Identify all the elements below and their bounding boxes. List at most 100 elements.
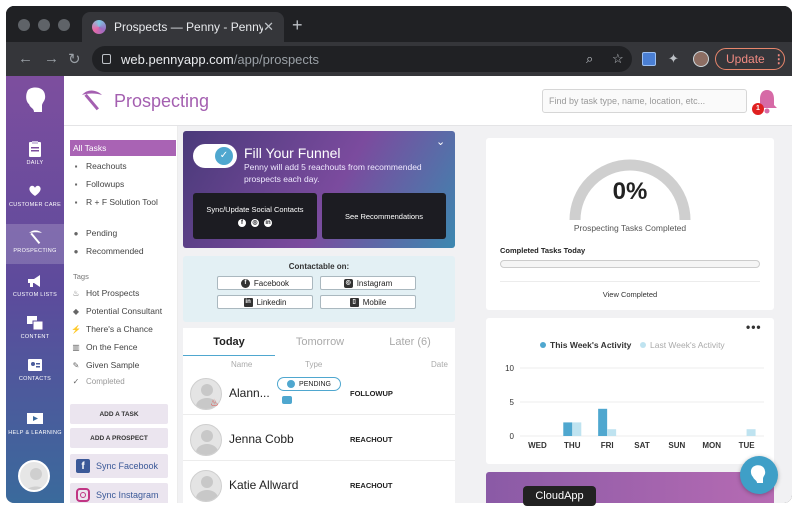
- activity-bar: [572, 422, 582, 436]
- add-task-button[interactable]: ADD A TASK: [70, 404, 168, 424]
- filter-followups[interactable]: ▪ Followups: [70, 176, 176, 192]
- close-tab-icon[interactable]: ✕: [263, 19, 274, 35]
- filter-pending[interactable]: ● Pending: [70, 225, 176, 241]
- nav-custom-lists[interactable]: CUSTOM LISTS: [6, 268, 64, 308]
- new-tab-icon[interactable]: +: [292, 15, 303, 36]
- tag-hot-prospects[interactable]: ♨ Hot Prospects: [70, 285, 176, 301]
- task-row[interactable]: Jenna Cobb REACHOUT: [183, 416, 455, 461]
- contact-facebook-label: Facebook: [253, 278, 290, 288]
- legend-last-week[interactable]: Last Week's Activity: [640, 340, 725, 350]
- tag-potential-consultant[interactable]: ◆ Potential Consultant: [70, 303, 176, 319]
- browser-tab[interactable]: Prospects — Penny - Penny ✕: [82, 12, 284, 42]
- tag-completed[interactable]: ✓ Completed: [70, 373, 176, 389]
- legend-this-week[interactable]: This Week's Activity: [540, 340, 631, 350]
- legend-this-week-label: This Week's Activity: [550, 340, 632, 350]
- contact-instagram-label: Instagram: [356, 278, 393, 288]
- tag-given-sample[interactable]: ✎ Given Sample: [70, 357, 176, 373]
- completed-today-label: Completed Tasks Today: [500, 246, 586, 255]
- pending-badge[interactable]: PENDING: [277, 377, 341, 391]
- menu-kebab-icon[interactable]: ⋮: [773, 52, 785, 66]
- more-options-icon[interactable]: •••: [746, 320, 762, 334]
- penny-logo-icon[interactable]: [24, 86, 48, 114]
- solution-tool-icon: ▪: [74, 197, 78, 207]
- tag-label: Completed: [86, 376, 125, 386]
- filter-solution-tool[interactable]: ▪ R + F Solution Tool: [70, 194, 176, 210]
- nav-customer-care[interactable]: CUSTOMER CARE: [6, 178, 64, 218]
- sync-facebook-button[interactable]: f Sync Facebook: [70, 454, 168, 478]
- search-input[interactable]: Find by task type, name, location, etc..…: [542, 89, 747, 113]
- sync-instagram-label: Sync Instagram: [96, 490, 159, 500]
- minimize-window-icon[interactable]: [38, 19, 50, 31]
- contact-linkedin-label: Linkedin: [256, 297, 287, 307]
- filter-label: Pending: [86, 228, 118, 238]
- contact-mobile-button[interactable]: ▯ Mobile: [320, 295, 416, 309]
- task-filter-panel: All Tasks ▪ Reachouts ▪ Followups ▪ R + …: [64, 126, 178, 503]
- puzzle-extensions-icon[interactable]: ✦: [668, 51, 679, 67]
- see-recommendations-button[interactable]: See Recommendations: [322, 193, 446, 239]
- sync-social-contacts-button[interactable]: Sync/Update Social Contacts f ◎ in: [193, 193, 317, 239]
- tab-tomorrow[interactable]: Tomorrow: [275, 336, 365, 348]
- contact-instagram-button[interactable]: ◎ Instagram: [320, 276, 416, 290]
- lightning-icon: ⚡: [71, 324, 81, 334]
- filter-all-tasks[interactable]: All Tasks: [70, 140, 176, 156]
- close-window-icon[interactable]: [18, 19, 30, 31]
- page-title: Prospecting: [114, 91, 210, 111]
- nav-help-learning[interactable]: HELP & LEARNING: [6, 406, 64, 446]
- funnel-toggle[interactable]: ✓: [193, 144, 237, 168]
- filter-reachouts[interactable]: ▪ Reachouts: [70, 158, 176, 174]
- facebook-icon: f: [240, 278, 250, 288]
- browser-toolbar: ← → ↻ web.pennyapp.com/app/prospects ⌕ ☆…: [6, 42, 792, 76]
- forward-icon[interactable]: →: [44, 50, 59, 67]
- tag-label: Hot Prospects: [86, 288, 140, 298]
- activity-bar: [607, 429, 617, 436]
- nav-prospecting[interactable]: PROSPECTING: [6, 224, 64, 264]
- nav-content[interactable]: CONTENT: [6, 310, 64, 350]
- tab-today[interactable]: Today: [183, 336, 275, 348]
- contact-mobile-label: Mobile: [362, 297, 387, 307]
- update-button[interactable]: Update ⋮: [715, 48, 785, 70]
- contact-linkedin-button[interactable]: in Linkedin: [217, 295, 313, 309]
- nav-contacts[interactable]: CONTACTS: [6, 352, 64, 392]
- tag-label: Potential Consultant: [86, 306, 163, 316]
- url-path: /app/prospects: [233, 51, 320, 67]
- diamond-icon: ◆: [72, 306, 80, 316]
- zoom-icon[interactable]: ⌕: [586, 51, 593, 67]
- tag-theres-a-chance[interactable]: ⚡ There's a Chance: [70, 321, 176, 337]
- back-icon[interactable]: ←: [18, 50, 33, 67]
- contact-facebook-button[interactable]: f Facebook: [217, 276, 313, 290]
- funnel-subtitle: Penny will add 5 reachouts from recommen…: [244, 162, 422, 184]
- support-chat-button[interactable]: [740, 456, 778, 494]
- tab-later[interactable]: Later (6): [365, 336, 455, 348]
- nav-daily[interactable]: DAILY: [6, 136, 64, 176]
- tag-label: On the Fence: [86, 342, 138, 352]
- task-row[interactable]: Katie Allward REACHOUT: [183, 462, 455, 503]
- sample-icon: ✎: [72, 360, 80, 370]
- add-prospect-button[interactable]: ADD A PROSPECT: [70, 428, 168, 448]
- bookmark-star-icon[interactable]: ☆: [612, 51, 624, 67]
- user-avatar[interactable]: [18, 460, 50, 492]
- tag-on-the-fence[interactable]: ▥ On the Fence: [70, 339, 176, 355]
- address-bar[interactable]: web.pennyapp.com/app/prospects: [92, 46, 632, 72]
- filter-recommended[interactable]: ● Recommended: [70, 243, 176, 259]
- solution-tool-icon: [282, 396, 292, 404]
- view-completed-link[interactable]: View Completed: [486, 290, 774, 299]
- tag-label: There's a Chance: [86, 324, 153, 334]
- facebook-mini-icon: f: [238, 219, 246, 227]
- sync-instagram-button[interactable]: Sync Instagram: [70, 483, 168, 503]
- chevron-down-icon[interactable]: ⌄: [436, 135, 445, 148]
- instagram-icon: [76, 488, 90, 502]
- extension-icon[interactable]: [642, 52, 656, 66]
- task-day-tabs: Today Tomorrow Later (6): [183, 328, 455, 357]
- contactable-card: Contactable on: f Facebook ◎ Instagram i…: [183, 256, 455, 322]
- column-header-date: Date: [431, 360, 448, 369]
- instagram-icon: ◎: [343, 278, 353, 288]
- reload-icon[interactable]: ↻: [68, 50, 81, 68]
- profile-avatar-icon[interactable]: [693, 51, 709, 67]
- filter-label: All Tasks: [73, 143, 107, 153]
- maximize-window-icon[interactable]: [58, 19, 70, 31]
- flame-icon: ♨: [72, 288, 80, 298]
- x-tick-label: SAT: [634, 441, 650, 450]
- legend-last-week-label: Last Week's Activity: [650, 340, 725, 350]
- task-row[interactable]: ♨ Alann... PENDING FOLLOWUP: [183, 370, 455, 415]
- contact-avatar: [190, 470, 222, 502]
